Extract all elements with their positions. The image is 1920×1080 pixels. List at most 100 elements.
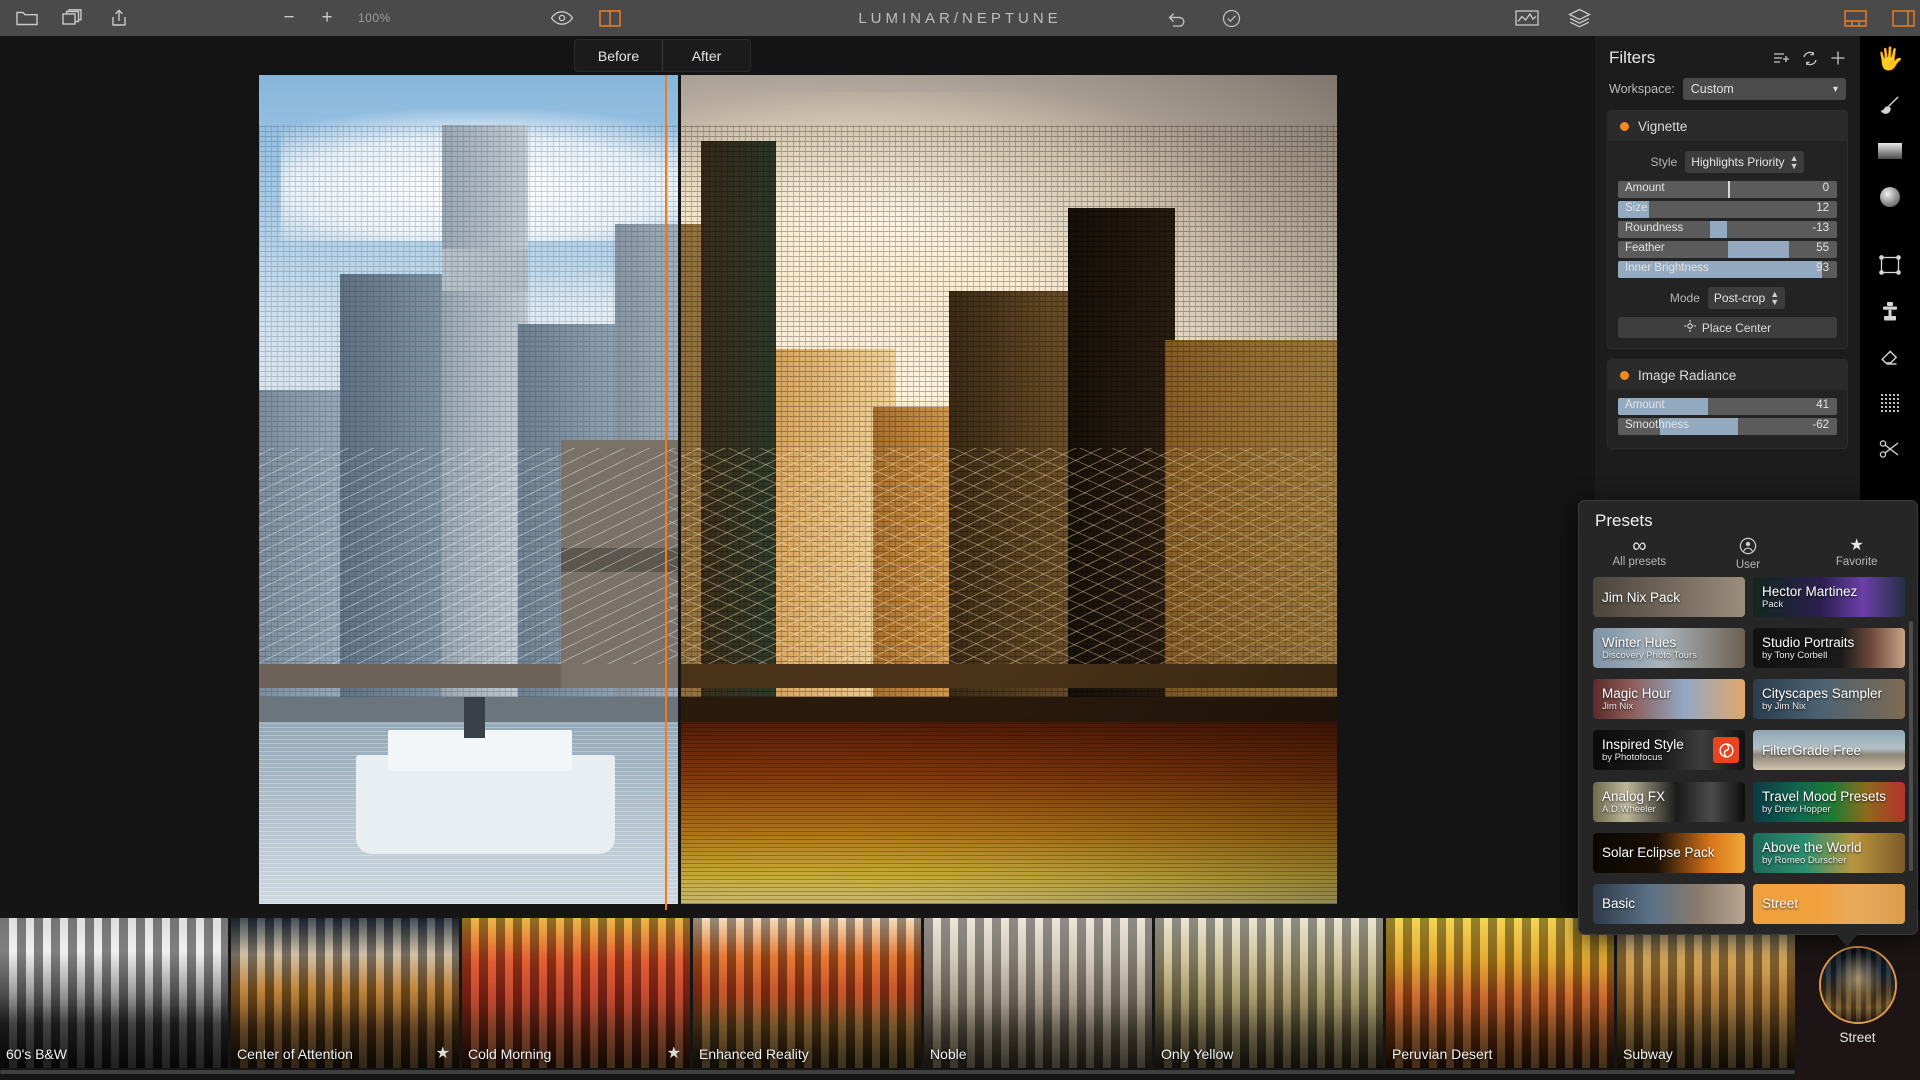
filmstrip-item[interactable]: Peruvian Desert bbox=[1386, 918, 1614, 1068]
chevron-down-icon: ▾ bbox=[1832, 83, 1838, 95]
preset-card[interactable]: Street bbox=[1753, 883, 1905, 924]
radial-mask-tool-icon[interactable] bbox=[1860, 174, 1920, 220]
filmstrip-label: Only Yellow bbox=[1161, 1046, 1234, 1062]
preset-title: Street bbox=[1762, 896, 1799, 912]
clone-stamp-tool-icon[interactable] bbox=[1860, 288, 1920, 334]
filmstrip-item[interactable]: Noble bbox=[924, 918, 1152, 1068]
histogram-icon[interactable] bbox=[1510, 3, 1544, 33]
style-select[interactable]: Highlights Priority ▲ ▼ bbox=[1685, 151, 1805, 173]
slider-label: Roundness bbox=[1625, 222, 1684, 234]
presets-tab-user[interactable]: User bbox=[1694, 537, 1803, 571]
layers-icon[interactable] bbox=[1562, 3, 1596, 33]
tab-after[interactable]: After bbox=[662, 40, 750, 71]
slider-label: Feather bbox=[1625, 242, 1665, 254]
preset-title: Winter Hues bbox=[1602, 635, 1677, 651]
image-canvas[interactable]: Before After bbox=[0, 36, 1595, 910]
filmstrip-item[interactable]: Center of Attention ★ bbox=[231, 918, 459, 1068]
plus-icon[interactable] bbox=[1830, 50, 1846, 66]
after-image-half bbox=[681, 75, 1337, 904]
presets-callout-pointer bbox=[1836, 934, 1858, 947]
favorite-star-icon[interactable]: ★ bbox=[667, 1043, 681, 1063]
presets-tab-label: Favorite bbox=[1835, 556, 1878, 568]
preset-card[interactable]: Travel Mood Presets by Drew Hopper bbox=[1753, 781, 1905, 822]
slider-radiance-smoothness[interactable]: Smoothness -62 bbox=[1618, 418, 1837, 435]
undo-arrow-icon[interactable] bbox=[1160, 3, 1194, 33]
presets-tab-favorite[interactable]: ★ Favorite bbox=[1802, 537, 1911, 571]
preset-title: Studio Portraits bbox=[1762, 635, 1855, 651]
tab-before[interactable]: Before bbox=[575, 40, 662, 71]
sync-refresh-icon[interactable] bbox=[1802, 51, 1818, 66]
workspace-select[interactable]: Custom ▾ bbox=[1682, 78, 1846, 100]
eraser-tool-icon[interactable] bbox=[1860, 334, 1920, 380]
mode-select[interactable]: Post-crop ▲ ▼ bbox=[1707, 287, 1786, 309]
hand-tool-icon[interactable]: 🖐 bbox=[1860, 36, 1920, 82]
preset-card[interactable]: Basic bbox=[1593, 883, 1745, 924]
preset-card[interactable]: Studio Portraits by Tony Corbell bbox=[1753, 628, 1905, 669]
place-center-button[interactable]: Place Center bbox=[1618, 317, 1837, 338]
filmstrip-item[interactable]: Enhanced Reality bbox=[693, 918, 921, 1068]
brush-tool-icon[interactable] bbox=[1860, 82, 1920, 128]
slider-feather[interactable]: Feather 55 bbox=[1618, 241, 1837, 258]
gradient-tool-icon[interactable] bbox=[1860, 128, 1920, 174]
preset-card[interactable]: Solar Eclipse Pack bbox=[1593, 832, 1745, 873]
filmstrip-track[interactable]: 60's B&W Center of Attention ★ Cold Morn… bbox=[0, 918, 1845, 1068]
presets-tab-all[interactable]: ∞ All presets bbox=[1585, 535, 1694, 571]
slider-fill bbox=[1709, 221, 1728, 238]
category-thumbnail[interactable] bbox=[1818, 945, 1897, 1024]
duplicate-icon[interactable] bbox=[56, 3, 90, 33]
preset-title: FilterGrade Free bbox=[1762, 742, 1862, 758]
compare-divider-handle[interactable] bbox=[665, 75, 667, 904]
preset-title: Solar Eclipse Pack bbox=[1602, 845, 1715, 861]
scissors-tool-icon[interactable] bbox=[1860, 426, 1920, 472]
split-view-icon[interactable] bbox=[593, 3, 627, 33]
filter-header-image-radiance[interactable]: Image Radiance bbox=[1608, 360, 1847, 390]
slider-radiance-amount[interactable]: Amount 41 bbox=[1618, 398, 1837, 415]
zoom-out-button[interactable]: − bbox=[272, 3, 306, 33]
presets-scrollbar[interactable] bbox=[1909, 621, 1913, 871]
preset-subtitle: A.D.Wheeler bbox=[1602, 803, 1656, 815]
preset-card[interactable]: Winter Hues Discovery Photo Tours bbox=[1593, 628, 1745, 669]
filmstrip-item[interactable]: Only Yellow bbox=[1155, 918, 1383, 1068]
share-export-icon[interactable] bbox=[102, 3, 136, 33]
history-clock-icon[interactable] bbox=[1214, 3, 1248, 33]
slider-amount[interactable]: Amount 0 bbox=[1618, 181, 1837, 198]
transform-tool-icon[interactable] bbox=[1860, 242, 1920, 288]
slider-label: Amount bbox=[1625, 182, 1665, 194]
preset-card[interactable]: Above the World by Romeo Durscher bbox=[1753, 832, 1905, 873]
preset-card[interactable]: Hector Martinez Pack bbox=[1753, 577, 1905, 617]
filters-title: Filters bbox=[1609, 48, 1656, 67]
folder-icon[interactable] bbox=[10, 3, 44, 33]
filmstrip-item[interactable]: 60's B&W bbox=[0, 918, 228, 1068]
preset-card[interactable]: Inspired Style by Photofocus bbox=[1593, 730, 1745, 771]
preset-card[interactable]: Magic Hour Jim Nix bbox=[1593, 679, 1745, 720]
eye-icon[interactable] bbox=[545, 3, 579, 33]
preset-card[interactable]: FilterGrade Free bbox=[1753, 730, 1905, 771]
slider-value: 12 bbox=[1816, 202, 1829, 214]
panel-right-layout-icon[interactable] bbox=[1886, 3, 1920, 33]
infinity-icon: ∞ bbox=[1632, 535, 1647, 557]
add-filter-list-icon[interactable] bbox=[1773, 51, 1790, 65]
preset-card[interactable]: Cityscapes Sampler by Jim Nix bbox=[1753, 679, 1905, 720]
zoom-in-button[interactable]: + bbox=[310, 3, 344, 33]
panel-bottom-layout-icon[interactable] bbox=[1838, 3, 1872, 33]
compare-image-viewport[interactable] bbox=[259, 75, 1337, 904]
mode-value: Post-crop bbox=[1713, 291, 1766, 305]
filter-body-vignette: Style Highlights Priority ▲ ▼ Amount 0 Si… bbox=[1608, 141, 1847, 348]
slider-label: Amount bbox=[1625, 399, 1665, 411]
favorite-star-icon[interactable]: ★ bbox=[436, 1043, 450, 1063]
slider-inner-brightness[interactable]: Inner Brightness 93 bbox=[1618, 261, 1837, 278]
filter-enabled-dot[interactable] bbox=[1620, 121, 1629, 131]
preset-card[interactable]: Jim Nix Pack bbox=[1593, 577, 1745, 617]
filmstrip-label: Center of Attention bbox=[237, 1046, 353, 1062]
slider-roundness[interactable]: Roundness -13 bbox=[1618, 221, 1837, 238]
category-thumb-detail bbox=[1820, 947, 1895, 1022]
filmstrip-item[interactable]: Cold Morning ★ bbox=[462, 918, 690, 1068]
preset-title: Travel Mood Presets bbox=[1762, 788, 1887, 804]
denoise-tool-icon[interactable] bbox=[1860, 380, 1920, 426]
filmstrip-scrollbar[interactable] bbox=[0, 1070, 1795, 1074]
slider-size[interactable]: Size 12 bbox=[1618, 201, 1837, 218]
slider-value: 55 bbox=[1816, 242, 1829, 254]
filter-header-vignette[interactable]: Vignette bbox=[1608, 111, 1847, 141]
filter-enabled-dot[interactable] bbox=[1620, 370, 1629, 380]
preset-card[interactable]: Analog FX A.D.Wheeler bbox=[1593, 781, 1745, 822]
